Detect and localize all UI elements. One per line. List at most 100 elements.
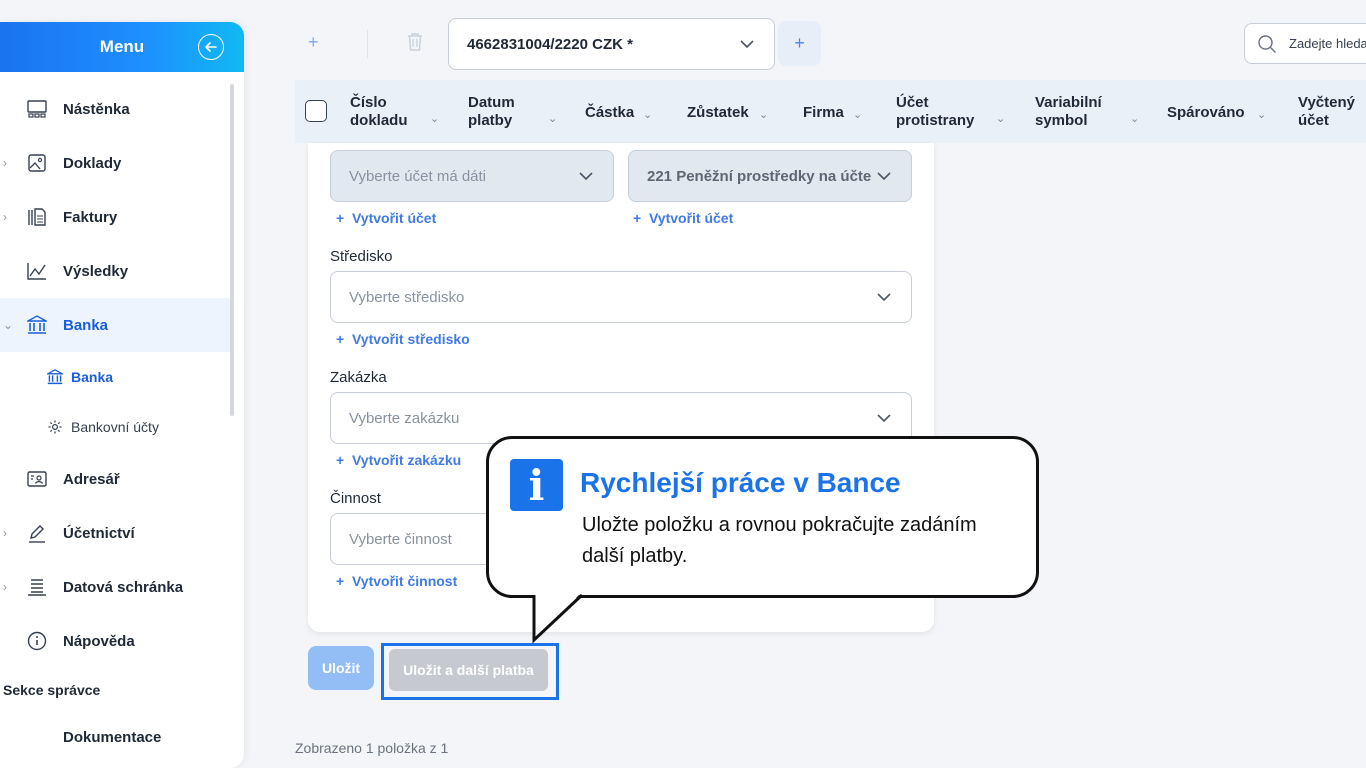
toolbar-divider <box>367 30 368 58</box>
gear-icon <box>46 418 64 436</box>
callout-title: Rychlejší práce v Bance <box>580 467 901 498</box>
sidebar-item-invoices[interactable]: › Faktury <box>0 190 230 244</box>
collapse-sidebar-button[interactable] <box>198 34 224 60</box>
column-header-amount[interactable]: Částka ⌄ <box>585 104 652 122</box>
column-header-payment-date[interactable]: Datum platby ⌄ <box>468 94 557 130</box>
create-order-link[interactable]: + Vytvořit zakázku <box>336 452 461 468</box>
credit-account-select[interactable]: 221 Peněžní prostředky na účte <box>628 150 912 202</box>
save-button[interactable]: Uložit <box>308 646 374 690</box>
sort-icon[interactable]: ⌄ <box>548 110 557 128</box>
column-header-read-account[interactable]: Vyčtený účet <box>1298 94 1355 130</box>
column-header-company[interactable]: Firma ⌄ <box>803 104 862 122</box>
create-center-link[interactable]: + Vytvořit středisko <box>336 331 470 347</box>
line-chart-icon <box>26 260 48 282</box>
search-icon <box>1257 34 1277 54</box>
sort-icon[interactable]: ⌄ <box>643 106 652 124</box>
column-header-paired[interactable]: Spárováno ⌄ <box>1167 104 1266 122</box>
column-header-counter-account[interactable]: Účet protistrany ⌄ <box>896 94 1005 130</box>
sidebar-subitem-bank-accounts[interactable]: Bankovní účty <box>0 402 230 452</box>
sidebar-item-label: Adresář <box>63 470 120 488</box>
sort-icon[interactable]: ⌄ <box>853 106 862 124</box>
debit-account-placeholder: Vyberte účet má dáti <box>349 167 487 185</box>
create-account-link-credit[interactable]: + Vytvořit účet <box>633 210 733 226</box>
column-header-line2: dokladu <box>350 112 408 129</box>
column-header-balance[interactable]: Zůstatek ⌄ <box>687 104 768 122</box>
search-placeholder: Zadejte hledaný výraz <box>1289 36 1366 51</box>
column-header-line1: Částka <box>585 104 635 121</box>
item-count-text: Zobrazeno 1 položka z 1 <box>295 740 449 756</box>
sidebar-subitem-bank[interactable]: Banka <box>0 352 230 402</box>
column-header-line1: Číslo <box>350 94 387 111</box>
create-center-label: Vytvořit středisko <box>351 331 470 347</box>
highlight-frame: Uložit a další platba <box>381 643 559 700</box>
sidebar-item-label: Banka <box>63 316 109 334</box>
sidebar-item-dashboard[interactable]: Nástěnka <box>0 82 230 136</box>
sidebar-item-accounting[interactable]: › Účetnictví <box>0 506 230 560</box>
sidebar-scrollbar[interactable] <box>230 84 234 416</box>
create-activity-label: Vytvořit činnost <box>351 573 458 589</box>
column-header-line1: Účet <box>896 94 929 111</box>
sidebar-item-bank[interactable]: ⌄ Banka <box>0 298 230 352</box>
invoice-icon <box>26 206 48 228</box>
column-header-line1: Zůstatek <box>687 104 749 121</box>
chevron-down-icon <box>877 293 891 302</box>
chevron-right-icon: › <box>3 526 7 540</box>
sidebar-item-documentation[interactable]: Dokumentace <box>0 712 230 762</box>
save-and-next-button[interactable]: Uložit a další platba <box>389 649 548 691</box>
order-placeholder: Vyberte zakázku <box>349 409 460 427</box>
info-circle-icon <box>26 630 48 652</box>
add-account-button[interactable]: + <box>778 21 821 66</box>
sidebar-item-label: Nápověda <box>63 632 135 650</box>
chevron-right-icon: › <box>3 580 7 594</box>
sidebar-item-label: Doklady <box>63 154 122 172</box>
column-header-document-number[interactable]: Číslo dokladu ⌄ <box>350 94 439 130</box>
chevron-right-icon: › <box>3 210 7 224</box>
column-header-line1: Firma <box>803 104 844 121</box>
sidebar-item-documents[interactable]: › Doklady <box>0 136 230 190</box>
pencil-icon <box>26 522 48 544</box>
sort-icon[interactable]: ⌄ <box>759 106 768 124</box>
chevron-right-icon: › <box>3 156 7 170</box>
bank-icon <box>26 314 48 336</box>
sidebar-item-label: Faktury <box>63 208 118 226</box>
arrow-left-icon <box>205 42 217 52</box>
sidebar-item-help[interactable]: Nápověda <box>0 614 230 668</box>
contact-card-icon <box>26 468 48 490</box>
search-input[interactable]: Zadejte hledaný výraz <box>1244 23 1366 64</box>
column-header-variable-symbol[interactable]: Variabilní symbol ⌄ <box>1035 94 1139 130</box>
sidebar: Menu Nástěnka › Doklady › Faktury Výsled… <box>0 22 244 768</box>
column-header-line2: symbol <box>1035 112 1088 129</box>
center-select[interactable]: Vyberte středisko <box>330 271 912 323</box>
chevron-down-icon <box>579 172 593 181</box>
column-header-line2: účet <box>1298 112 1329 129</box>
info-icon: i <box>510 459 563 511</box>
sort-icon[interactable]: ⌄ <box>1130 110 1139 128</box>
column-header-line1: Variabilní <box>1035 94 1102 111</box>
bank-icon <box>46 368 64 386</box>
column-header-line2: protistrany <box>896 112 975 129</box>
debit-account-select[interactable]: Vyberte účet má dáti <box>330 150 614 202</box>
create-account-label: Vytvořit účet <box>648 210 734 226</box>
activity-label: Činnost <box>330 490 381 507</box>
callout-body: Uložte položku a rovnou pokračujte zadán… <box>582 514 977 567</box>
chevron-down-icon <box>877 414 891 423</box>
bank-account-select[interactable]: 4662831004/2220 CZK * <box>448 18 775 70</box>
sort-icon[interactable]: ⌄ <box>430 110 439 128</box>
chevron-down-icon: ⌄ <box>3 318 14 332</box>
center-placeholder: Vyberte středisko <box>349 288 465 306</box>
center-label: Středisko <box>330 248 393 265</box>
sidebar-item-results[interactable]: Výsledky <box>0 244 230 298</box>
trash-icon[interactable] <box>406 32 424 57</box>
create-account-link-debit[interactable]: + Vytvořit účet <box>336 210 436 226</box>
sort-icon[interactable]: ⌄ <box>1257 106 1266 124</box>
dashboard-icon <box>26 98 48 120</box>
order-label: Zakázka <box>330 369 387 386</box>
create-activity-link[interactable]: + Vytvořit činnost <box>336 573 457 589</box>
sort-icon[interactable]: ⌄ <box>996 110 1005 128</box>
credit-account-value: 221 Peněžní prostředky na účte <box>647 167 872 185</box>
add-icon[interactable]: + <box>308 32 319 53</box>
sidebar-item-data-box[interactable]: › Datová schránka <box>0 560 230 614</box>
sidebar-item-address-book[interactable]: Adresář <box>0 452 230 506</box>
select-all-checkbox[interactable] <box>305 100 327 122</box>
callout-tail <box>532 592 584 644</box>
